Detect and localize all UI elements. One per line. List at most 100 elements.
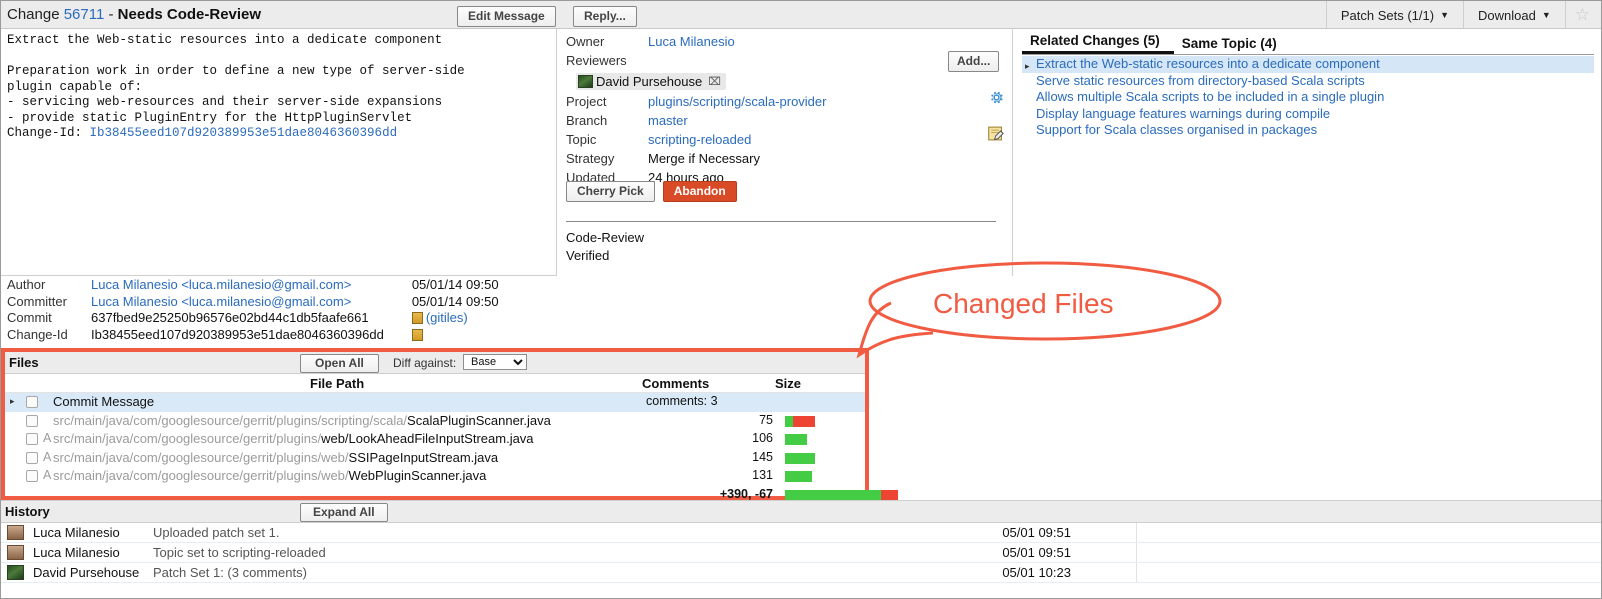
top-toolbar: Change 56711 - Needs Code-Review Edit Me… bbox=[1, 1, 1601, 29]
history-message: Patch Set 1: (3 comments) bbox=[153, 565, 307, 580]
project-value[interactable]: plugins/scripting/scala-provider bbox=[638, 93, 826, 112]
related-change-item[interactable]: Serve static resources from directory-ba… bbox=[1022, 73, 1594, 90]
expand-triangle-icon[interactable]: ▸ bbox=[10, 396, 15, 407]
file-path[interactable]: src/main/java/com/googlesource/gerrit/pl… bbox=[53, 450, 498, 465]
file-checkbox[interactable] bbox=[26, 452, 38, 464]
table-row: Author Luca Milanesio <luca.milanesio@gm… bbox=[7, 277, 532, 294]
file-checkbox[interactable] bbox=[26, 470, 38, 482]
history-timestamp: 05/01 09:51 bbox=[951, 545, 1071, 560]
table-row[interactable]: A src/main/java/com/googlesource/gerrit/… bbox=[5, 449, 865, 468]
diff-against-select[interactable]: Base bbox=[463, 354, 527, 370]
branch-value[interactable]: master bbox=[638, 112, 826, 131]
open-all-button[interactable]: Open All bbox=[300, 354, 379, 373]
patch-sets-label: Patch Sets (1/1) bbox=[1341, 8, 1434, 23]
remove-reviewer-icon[interactable]: ⌧ bbox=[708, 75, 721, 88]
edit-note-icon[interactable] bbox=[987, 125, 1004, 142]
metadata-table: Owner Luca Milanesio Reviewers bbox=[566, 33, 735, 71]
owner-value[interactable]: Luca Milanesio bbox=[638, 33, 735, 52]
table-row: Commit 637fbed9e25250b96576e02bd44c1db5f… bbox=[7, 310, 532, 327]
change-id-label: Change-Id bbox=[7, 327, 91, 344]
gear-icon[interactable] bbox=[988, 89, 1005, 106]
table-row[interactable]: A src/main/java/com/googlesource/gerrit/… bbox=[5, 467, 865, 486]
list-item[interactable]: Luca Milanesio Uploaded patch set 1. 05/… bbox=[1, 523, 1601, 543]
topic-value[interactable]: scripting-reloaded bbox=[638, 131, 826, 150]
column-header-size: Size bbox=[775, 376, 801, 391]
approval-label-verified: Verified bbox=[566, 247, 644, 265]
cherry-pick-button[interactable]: Cherry Pick bbox=[566, 181, 655, 202]
author-label: Author bbox=[7, 277, 91, 294]
add-reviewer-button[interactable]: Add... bbox=[948, 51, 999, 72]
related-tabs: Related Changes (5) Same Topic (4) bbox=[1022, 31, 1594, 55]
change-number[interactable]: 56711 bbox=[64, 6, 105, 23]
file-path[interactable]: Commit Message bbox=[53, 394, 154, 409]
divider bbox=[566, 221, 996, 222]
commit-message-text: Extract the Web-static resources into a … bbox=[7, 33, 550, 126]
diff-against-label: Diff against: bbox=[393, 356, 456, 370]
committer-value[interactable]: Luca Milanesio <luca.milanesio@gmail.com… bbox=[91, 294, 412, 311]
change-id-label: Change-Id: bbox=[7, 126, 90, 140]
strategy-label: Strategy bbox=[566, 150, 638, 169]
related-change-item[interactable]: Display language features warnings durin… bbox=[1022, 106, 1594, 123]
meta-row-project: Project plugins/scripting/scala-provider bbox=[566, 93, 826, 112]
list-item[interactable]: David Pursehouse Patch Set 1: (3 comment… bbox=[1, 563, 1601, 583]
chevron-down-icon: ▼ bbox=[1542, 10, 1551, 20]
file-status: A bbox=[43, 468, 51, 482]
download-dropdown[interactable]: Download ▼ bbox=[1463, 1, 1565, 29]
table-row[interactable]: A src/main/java/com/googlesource/gerrit/… bbox=[5, 430, 865, 449]
table-row[interactable]: ▸ Commit Message comments: 3 bbox=[5, 393, 865, 412]
copy-change-id-cell[interactable] bbox=[412, 327, 532, 344]
total-size-bar bbox=[785, 490, 898, 501]
gitiles-link-cell[interactable]: (gitiles) bbox=[412, 310, 532, 327]
file-comments: comments: 3 bbox=[646, 394, 718, 408]
gerrit-change-page: Change 56711 - Needs Code-Review Edit Me… bbox=[0, 0, 1602, 599]
list-item[interactable]: Luca Milanesio Topic set to scripting-re… bbox=[1, 543, 1601, 563]
tab-related-changes[interactable]: Related Changes (5) bbox=[1022, 31, 1174, 54]
size-bar bbox=[785, 453, 815, 464]
file-checkbox[interactable] bbox=[26, 396, 38, 408]
expand-all-button[interactable]: Expand All bbox=[300, 503, 388, 522]
reviewers-label: Reviewers bbox=[566, 52, 638, 71]
abandon-button[interactable]: Abandon bbox=[663, 181, 737, 202]
edit-message-button[interactable]: Edit Message bbox=[457, 6, 556, 27]
meta-row-topic: Topic scripting-reloaded bbox=[566, 131, 826, 150]
status-badge: Needs Code-Review bbox=[118, 6, 261, 23]
copy-icon[interactable] bbox=[412, 329, 423, 341]
related-change-item[interactable]: Support for Scala classes organised in p… bbox=[1022, 122, 1594, 139]
file-checkbox[interactable] bbox=[26, 433, 38, 445]
related-change-item[interactable]: Allows multiple Scala scripts to be incl… bbox=[1022, 89, 1594, 106]
history-panel: History Expand All Luca Milanesio Upload… bbox=[1, 500, 1601, 599]
file-path-prefix: src/main/java/com/googlesource/gerrit/pl… bbox=[53, 450, 349, 465]
file-checkbox[interactable] bbox=[26, 415, 38, 427]
gitiles-link-label[interactable]: (gitiles) bbox=[426, 310, 468, 325]
avatar bbox=[578, 75, 593, 88]
reviewer-chip-david-pursehouse[interactable]: David Pursehouse ⌧ bbox=[576, 73, 726, 90]
tab-same-topic[interactable]: Same Topic (4) bbox=[1174, 34, 1291, 54]
copy-icon[interactable] bbox=[412, 312, 423, 324]
file-path[interactable]: src/main/java/com/googlesource/gerrit/pl… bbox=[53, 413, 551, 428]
file-path[interactable]: src/main/java/com/googlesource/gerrit/pl… bbox=[53, 468, 486, 483]
file-status: A bbox=[43, 431, 51, 445]
file-path[interactable]: src/main/java/com/googlesource/gerrit/pl… bbox=[53, 431, 534, 446]
divider bbox=[1136, 543, 1137, 562]
history-author: Luca Milanesio bbox=[33, 525, 120, 540]
files-title: Files bbox=[9, 355, 39, 370]
star-icon[interactable]: ☆ bbox=[1565, 1, 1599, 29]
file-path-prefix: src/main/java/com/googlesource/gerrit/pl… bbox=[53, 468, 349, 483]
related-change-item[interactable]: ▸ Extract the Web-static resources into … bbox=[1022, 56, 1594, 73]
author-timestamp: 05/01/14 09:50 bbox=[412, 277, 532, 294]
reply-button[interactable]: Reply... bbox=[573, 6, 637, 27]
avatar bbox=[7, 545, 24, 560]
change-actions: Cherry Pick Abandon bbox=[566, 181, 737, 202]
file-path-prefix: src/main/java/com/googlesource/gerrit/pl… bbox=[53, 431, 321, 446]
owner-label: Owner bbox=[566, 33, 638, 52]
meta-row-reviewers: Reviewers bbox=[566, 52, 735, 71]
column-header-comments: Comments bbox=[642, 376, 709, 391]
author-value[interactable]: Luca Milanesio <luca.milanesio@gmail.com… bbox=[91, 277, 412, 294]
change-id-value[interactable]: Ib38455eed107d920389953e51dae8046360396d… bbox=[90, 126, 398, 140]
meta-row-owner: Owner Luca Milanesio bbox=[566, 33, 735, 52]
history-author: David Pursehouse bbox=[33, 565, 139, 580]
related-change-label: Allows multiple Scala scripts to be incl… bbox=[1036, 89, 1384, 104]
file-size: 106 bbox=[705, 431, 773, 445]
patch-sets-dropdown[interactable]: Patch Sets (1/1) ▼ bbox=[1326, 1, 1463, 29]
table-row[interactable]: src/main/java/com/googlesource/gerrit/pl… bbox=[5, 412, 865, 431]
